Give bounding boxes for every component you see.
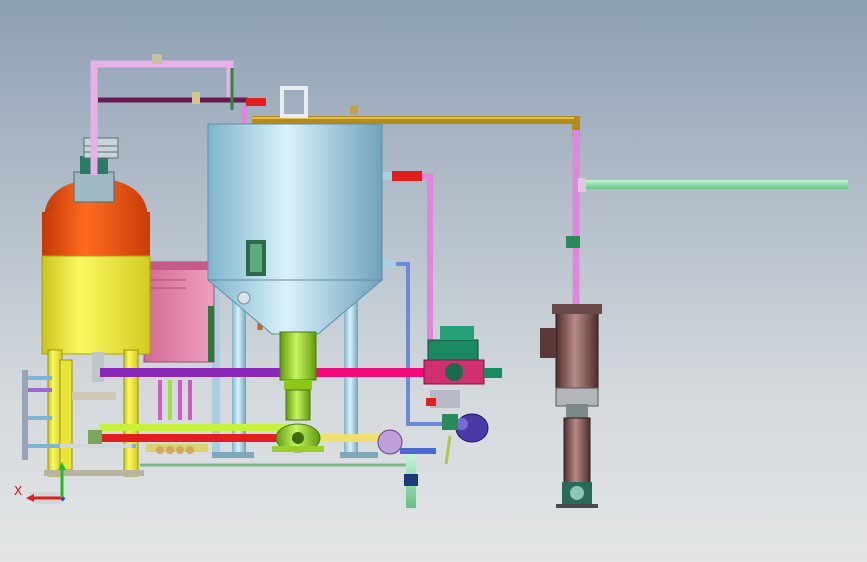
coordinate-triad-icon xyxy=(26,462,66,504)
control-valve[interactable] xyxy=(423,326,502,408)
cad-viewport[interactable]: X xyxy=(0,0,867,562)
assembly-model[interactable] xyxy=(0,0,867,562)
centrifugal-pump[interactable] xyxy=(272,331,324,453)
transfer-pump[interactable] xyxy=(442,413,489,465)
axis-x-label: X xyxy=(14,484,23,498)
control-panel[interactable] xyxy=(143,261,215,363)
mixing-tank[interactable] xyxy=(206,86,384,335)
drain-valve[interactable] xyxy=(377,429,436,508)
vertical-multistage-pump[interactable] xyxy=(540,304,602,508)
